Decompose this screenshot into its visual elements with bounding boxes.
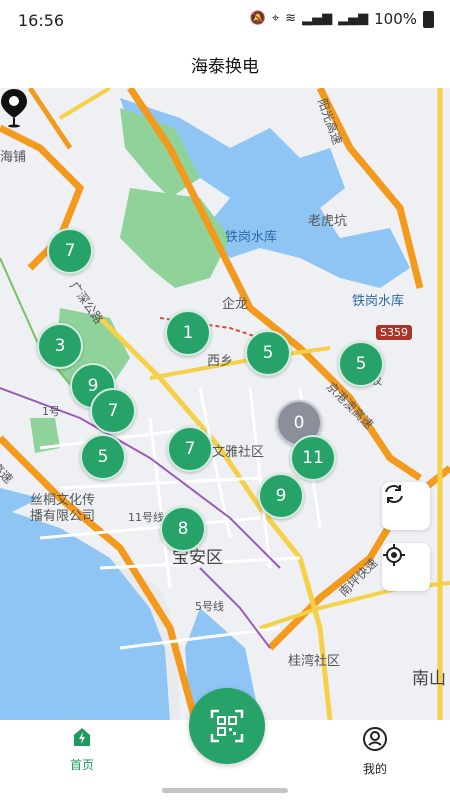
battery-icon — [423, 10, 434, 28]
battery-percent: 100% — [374, 10, 417, 28]
home-icon — [74, 728, 90, 746]
page-title: 海泰换电 — [191, 57, 259, 77]
locate-icon — [383, 544, 405, 566]
current-location-pin-icon — [1, 89, 27, 128]
station-cluster[interactable]: 5 — [80, 434, 126, 480]
tab-home-label: 首页 — [69, 758, 94, 772]
app-header: 海泰换电 — [0, 40, 450, 88]
map-view[interactable]: 海铺 铁岗水库 老虎坑 企龙 铁岗水库 西乡 文雅社区 丝桐文化传 播有限公司 … — [0, 88, 450, 720]
signal-icon: ▂▄▆ — [302, 11, 333, 26]
station-cluster[interactable]: 8 — [160, 506, 206, 552]
location-status-icon: ⌖ — [271, 11, 280, 26]
label-line5: 5号线 — [195, 600, 224, 613]
home-indicator — [162, 788, 288, 793]
mute-icon: 🔕 — [249, 11, 266, 26]
tab-mine[interactable]: 我的 — [335, 726, 415, 777]
label-guiwan: 桂湾社区 — [288, 654, 341, 669]
signal-icon-2: ▂▄▆ — [338, 11, 369, 26]
station-cluster[interactable]: 7 — [47, 228, 93, 274]
road-badge-s359: S359 — [376, 325, 412, 340]
status-time: 16:56 — [18, 11, 65, 30]
tab-mine-label: 我的 — [362, 762, 387, 776]
profile-icon — [363, 727, 387, 751]
station-cluster[interactable]: 7 — [90, 388, 136, 434]
label-silk-2: 播有限公司 — [30, 509, 96, 524]
station-cluster[interactable]: 11 — [290, 435, 336, 481]
station-cluster[interactable]: 1 — [165, 310, 211, 356]
station-cluster[interactable]: 9 — [258, 473, 304, 519]
status-icons: 🔕 ⌖ ≋ ▂▄▆ ▂▄▆ 100% — [250, 10, 434, 28]
station-cluster[interactable]: 3 — [37, 323, 83, 369]
scan-button[interactable] — [189, 688, 265, 764]
refresh-button[interactable] — [382, 482, 430, 530]
status-bar: 16:56 🔕 ⌖ ≋ ▂▄▆ ▂▄▆ 100% — [0, 0, 450, 40]
label-haipu: 海铺 — [0, 150, 27, 165]
station-cluster[interactable]: 7 — [167, 426, 213, 472]
station-cluster[interactable]: 5 — [338, 341, 384, 387]
label-tiegang-reservoir: 铁岗水库 — [225, 230, 278, 245]
label-line1: 1号 — [42, 405, 60, 418]
map-base — [0, 88, 450, 720]
station-cluster[interactable]: 5 — [245, 330, 291, 376]
label-wenya: 文雅社区 — [212, 445, 265, 460]
label-qilong: 企龙 — [222, 297, 249, 312]
label-nanshan: 南山 — [412, 669, 446, 689]
tab-home[interactable]: 首页 — [42, 726, 122, 773]
scan-qr-icon — [210, 709, 244, 743]
locate-button[interactable] — [382, 543, 430, 591]
label-line11: 11号线 — [128, 511, 164, 524]
label-xixiang: 西乡 — [207, 354, 234, 369]
label-laohukeng: 老虎坑 — [308, 214, 348, 229]
wifi-icon: ≋ — [285, 11, 297, 26]
refresh-icon — [385, 485, 403, 503]
label-tiegang-reservoir-2: 铁岗水库 — [352, 294, 405, 309]
